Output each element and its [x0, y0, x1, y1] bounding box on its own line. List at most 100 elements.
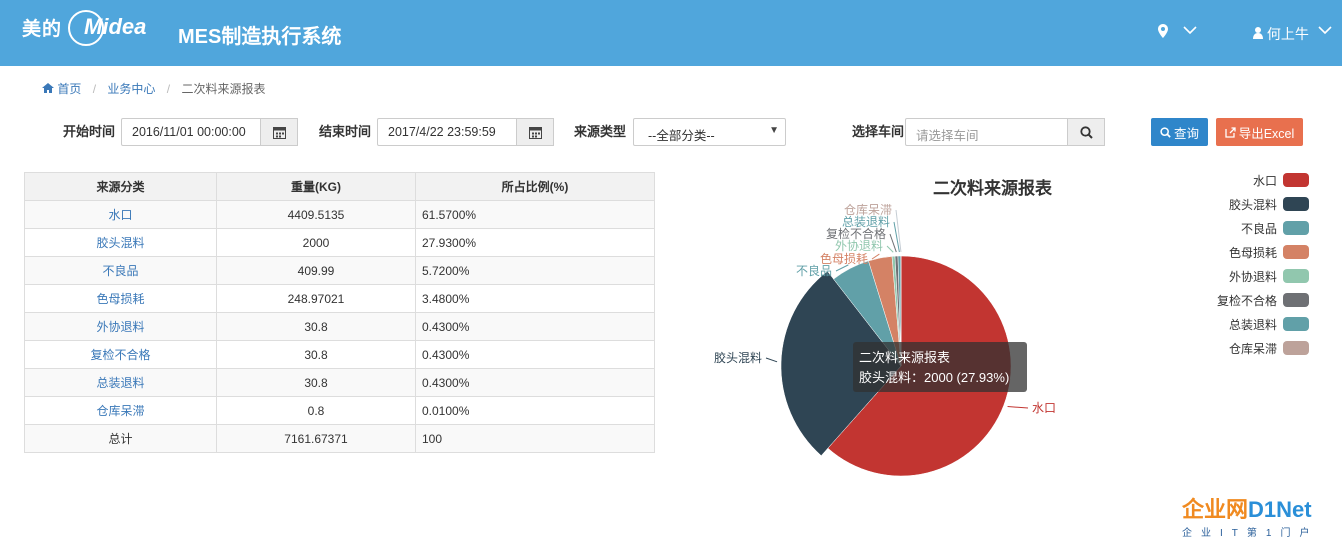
legend-item[interactable]: 总装退料 — [1229, 314, 1309, 334]
table-cell: 409.99 — [217, 257, 416, 285]
table-cell[interactable]: 水口 — [25, 201, 217, 229]
user-chevron-down-icon[interactable] — [1318, 22, 1332, 39]
legend-swatch — [1283, 341, 1309, 355]
source-type-select[interactable]: --全部分类-- ▼ — [633, 118, 786, 146]
legend-item[interactable]: 仓库呆滞 — [1229, 338, 1309, 358]
watermark-main: 企业网 — [1182, 497, 1248, 522]
table-cell: 248.97021 — [217, 285, 416, 313]
table-cell[interactable]: 仓库呆滞 — [25, 397, 217, 425]
legend-swatch — [1283, 269, 1309, 283]
legend-swatch — [1283, 245, 1309, 259]
table-cell: 7161.67371 — [217, 425, 416, 453]
location-chevron-down-icon[interactable] — [1183, 22, 1197, 39]
system-title: MES制造执行系统 — [178, 20, 341, 49]
table-cell[interactable]: 不良品 — [25, 257, 217, 285]
table-cell: 0.8 — [217, 397, 416, 425]
legend-label: 外协退料 — [1229, 268, 1277, 285]
table-cell[interactable]: 胶头混料 — [25, 229, 217, 257]
end-time-input[interactable]: 2017/4/22 23:59:59 — [377, 118, 518, 146]
table-cell: 0.4300% — [416, 341, 655, 369]
caret-down-icon: ▼ — [769, 125, 779, 136]
pie-label: 总装退料 — [842, 215, 890, 229]
legend-swatch — [1283, 173, 1309, 187]
legend-item[interactable]: 不良品 — [1241, 218, 1309, 238]
table-cell: 5.7200% — [416, 257, 655, 285]
pie-label: 色母损耗 — [820, 252, 868, 266]
table-cell: 30.8 — [217, 313, 416, 341]
workshop-input[interactable]: 请选择车间 — [905, 118, 1069, 146]
legend-swatch — [1283, 197, 1309, 211]
legend-label: 水口 — [1253, 172, 1277, 189]
tooltip-title: 二次料来源报表 — [859, 348, 1021, 368]
table-header: 重量(KG) — [217, 173, 416, 201]
legend-item[interactable]: 色母损耗 — [1229, 242, 1309, 262]
legend-label: 总装退料 — [1229, 316, 1277, 333]
legend-label: 复检不合格 — [1217, 292, 1277, 309]
legend-label: 不良品 — [1241, 220, 1277, 237]
end-time-label: 结束时间 — [319, 121, 371, 140]
table-header: 来源分类 — [25, 173, 217, 201]
export-excel-button[interactable]: 导出Excel — [1216, 118, 1303, 146]
legend-item[interactable]: 胶头混料 — [1229, 194, 1309, 214]
source-table: 来源分类 重量(KG) 所占比例(%) 水口4409.513561.5700%胶… — [24, 172, 655, 453]
legend-swatch — [1283, 293, 1309, 307]
table-cell: 0.4300% — [416, 369, 655, 397]
table-header: 所占比例(%) — [416, 173, 655, 201]
table-cell: 30.8 — [217, 369, 416, 397]
table-row: 胶头混料200027.9300% — [25, 229, 655, 257]
pie-label: 水口 — [1032, 401, 1056, 415]
workshop-search-button[interactable] — [1067, 118, 1105, 146]
start-time-label: 开始时间 — [63, 121, 115, 140]
watermark-sub: 企业IT第1门户 — [1182, 524, 1318, 539]
pie-chart[interactable]: 水口胶头混料不良品色母损耗外协退料复检不合格总装退料仓库呆滞 — [660, 160, 1200, 490]
table-row: 不良品409.995.7200% — [25, 257, 655, 285]
search-icon — [1160, 127, 1171, 138]
tooltip-value: 胶头混料：2000 (27.93%) — [859, 368, 1021, 388]
legend-label: 胶头混料 — [1229, 196, 1277, 213]
table-cell: 2000 — [217, 229, 416, 257]
breadcrumb: 首页 / 业务中心 / 二次料来源报表 — [42, 80, 265, 97]
table-cell: 4409.5135 — [217, 201, 416, 229]
source-type-label: 来源类型 — [574, 121, 626, 140]
legend-label: 色母损耗 — [1229, 244, 1277, 261]
table-cell[interactable]: 总装退料 — [25, 369, 217, 397]
brand-name-en: Midea — [84, 14, 146, 40]
table-total-row: 总计7161.67371100 — [25, 425, 655, 453]
watermark-logo: 企业网D1Net 企业IT第1门户 — [1182, 492, 1318, 539]
table-cell[interactable]: 复检不合格 — [25, 341, 217, 369]
top-navbar: 美的 Midea MES制造执行系统 何上牛 — [0, 0, 1342, 66]
map-marker-icon[interactable] — [1158, 24, 1168, 41]
start-calendar-button[interactable] — [260, 118, 298, 146]
breadcrumb-home[interactable]: 首页 — [42, 82, 85, 96]
start-time-input[interactable]: 2016/11/01 00:00:00 — [121, 118, 262, 146]
table-cell: 61.5700% — [416, 201, 655, 229]
user-menu[interactable]: 何上牛 — [1253, 24, 1309, 44]
legend-item[interactable]: 复检不合格 — [1217, 290, 1309, 310]
breadcrumb-section[interactable]: 业务中心 — [107, 82, 155, 96]
export-icon — [1225, 127, 1236, 138]
query-button[interactable]: 查询 — [1151, 118, 1208, 146]
legend-item[interactable]: 外协退料 — [1229, 266, 1309, 286]
legend-item[interactable]: 水口 — [1253, 170, 1309, 190]
home-icon — [42, 83, 54, 93]
search-icon — [1080, 126, 1093, 139]
pie-label-line — [766, 358, 777, 362]
table-cell: 总计 — [25, 425, 217, 453]
table-cell[interactable]: 色母损耗 — [25, 285, 217, 313]
source-type-value: --全部分类-- — [648, 129, 715, 143]
table-row: 仓库呆滞0.80.0100% — [25, 397, 655, 425]
user-name: 何上牛 — [1267, 26, 1309, 42]
pie-label: 胶头混料 — [714, 350, 762, 365]
table-cell[interactable]: 外协退料 — [25, 313, 217, 341]
table-cell: 0.4300% — [416, 313, 655, 341]
end-calendar-button[interactable] — [516, 118, 554, 146]
watermark-accent: D1Net — [1248, 497, 1312, 522]
table-cell: 30.8 — [217, 341, 416, 369]
table-row: 色母损耗248.970213.4800% — [25, 285, 655, 313]
table-cell: 3.4800% — [416, 285, 655, 313]
legend-swatch — [1283, 221, 1309, 235]
calendar-icon — [273, 126, 286, 139]
chart-tooltip: 二次料来源报表 胶头混料：2000 (27.93%) — [853, 342, 1027, 392]
pie-label: 仓库呆滞 — [844, 202, 892, 217]
pie-label-line — [887, 246, 893, 252]
